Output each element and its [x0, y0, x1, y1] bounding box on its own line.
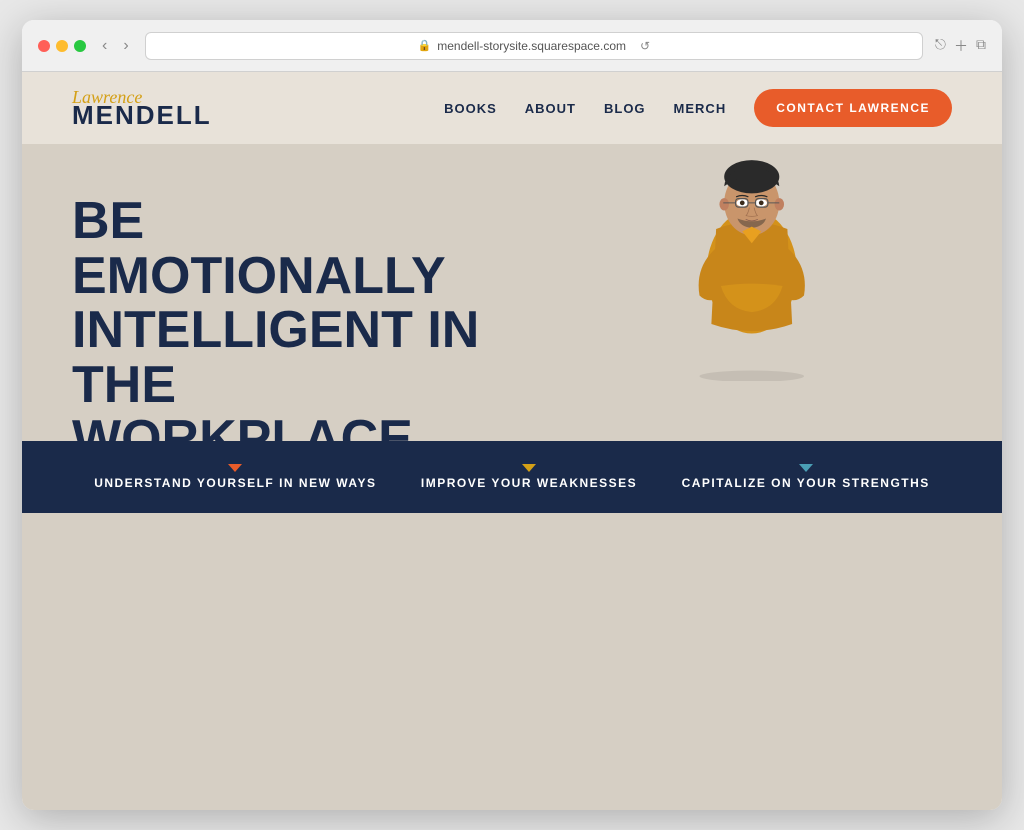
feature-item-0[interactable]: UNDERSTAND YOURSELF IN NEW WAYS — [94, 464, 376, 490]
browser-window: ‹ › 🔒 mendell-storysite.squarespace.com … — [22, 20, 1002, 810]
chevron-blue-icon — [799, 464, 813, 472]
url-text: mendell-storysite.squarespace.com — [437, 39, 626, 53]
feature-label-0: UNDERSTAND YOURSELF IN NEW WAYS — [94, 476, 376, 490]
nav-merch[interactable]: MERCH — [674, 101, 727, 116]
feature-item-1[interactable]: IMPROVE YOUR WEAKNESSES — [421, 464, 637, 490]
forward-button[interactable]: › — [119, 35, 132, 57]
feature-label-1: IMPROVE YOUR WEAKNESSES — [421, 476, 637, 490]
site-nav: BOOKS ABOUT BLOG MERCH CONTACT LAWRENCE — [444, 89, 952, 127]
hero-section: BE EMOTIONALLY INTELLIGENT IN THE WORKPL… — [22, 144, 1002, 441]
browser-dots — [38, 40, 86, 52]
browser-nav: ‹ › — [98, 35, 133, 57]
nav-books[interactable]: BOOKS — [444, 101, 497, 116]
logo-bold: MENDELL — [72, 102, 212, 128]
logo: Lawrence MENDELL — [72, 88, 212, 128]
nav-about[interactable]: ABOUT — [525, 101, 576, 116]
reload-button[interactable]: ↺ — [640, 39, 650, 53]
browser-actions: ⎋ ＋ ⧉ — [935, 36, 986, 56]
feature-item-2[interactable]: CAPITALIZE ON YOUR STRENGTHS — [682, 464, 930, 490]
hero-content: BE EMOTIONALLY INTELLIGENT IN THE WORKPL… — [22, 144, 561, 441]
address-bar[interactable]: 🔒 mendell-storysite.squarespace.com ↺ — [145, 32, 923, 60]
hero-person-image — [542, 144, 962, 381]
hero-headline: BE EMOTIONALLY INTELLIGENT IN THE WORKPL… — [72, 194, 511, 441]
contact-button[interactable]: CONTACT LAWRENCE — [754, 89, 952, 127]
nav-blog[interactable]: BLOG — [604, 101, 646, 116]
chevron-orange-icon — [228, 464, 242, 472]
tabs-icon[interactable]: ⧉ — [976, 36, 986, 56]
site-header: Lawrence MENDELL BOOKS ABOUT BLOG MERCH … — [22, 72, 1002, 144]
lock-icon: 🔒 — [418, 39, 432, 52]
back-button[interactable]: ‹ — [98, 35, 111, 57]
close-dot[interactable] — [38, 40, 50, 52]
below-fold — [22, 513, 1002, 810]
browser-chrome: ‹ › 🔒 mendell-storysite.squarespace.com … — [22, 20, 1002, 72]
fullscreen-dot[interactable] — [74, 40, 86, 52]
features-bar: UNDERSTAND YOURSELF IN NEW WAYS IMPROVE … — [22, 441, 1002, 513]
share-icon[interactable]: ⎋ — [935, 36, 946, 56]
chevron-gold-icon — [522, 464, 536, 472]
feature-label-2: CAPITALIZE ON YOUR STRENGTHS — [682, 476, 930, 490]
website: Lawrence MENDELL BOOKS ABOUT BLOG MERCH … — [22, 72, 1002, 810]
new-tab-icon[interactable]: ＋ — [954, 36, 968, 56]
minimize-dot[interactable] — [56, 40, 68, 52]
